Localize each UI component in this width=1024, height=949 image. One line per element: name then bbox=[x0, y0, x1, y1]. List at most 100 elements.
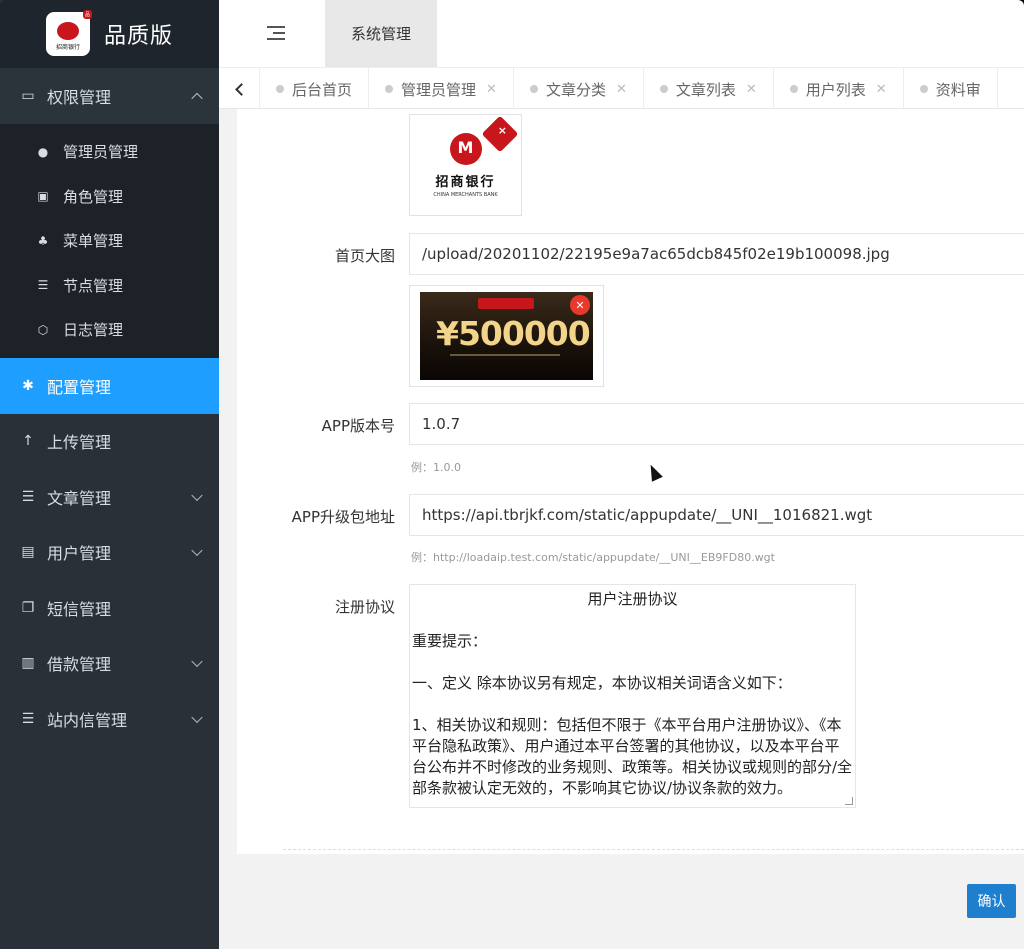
form-divider bbox=[283, 849, 1024, 850]
list-icon: ☰ bbox=[21, 488, 35, 505]
close-icon[interactable]: ✕ bbox=[486, 82, 497, 97]
chevron-down-icon bbox=[191, 489, 203, 501]
chevron-left-icon bbox=[234, 82, 248, 96]
sidebar-item-config[interactable]: ✱ 配置管理 bbox=[0, 358, 219, 414]
list-icon: ☰ bbox=[21, 710, 35, 727]
subitem-label: 节点管理 bbox=[63, 276, 124, 295]
tab-label: 资料审 bbox=[935, 80, 981, 99]
sidebar-item-label: 文章管理 bbox=[47, 488, 112, 508]
confirm-button[interactable]: 确认 bbox=[967, 884, 1016, 918]
banner-tag bbox=[478, 298, 534, 309]
agreement-label: 注册协议 bbox=[334, 598, 395, 616]
sidebar-item-sms[interactable]: ❐ 短信管理 bbox=[0, 580, 219, 636]
chevron-up-icon bbox=[191, 92, 203, 104]
tab-dot-icon bbox=[659, 85, 668, 93]
sidebar-item-inbox[interactable]: ☰ 站内信管理 bbox=[0, 691, 219, 747]
chevron-down-icon bbox=[191, 655, 203, 668]
tab-label: 用户列表 bbox=[805, 80, 866, 99]
tab-dot-icon bbox=[385, 85, 394, 93]
banner-amount: ¥500000 bbox=[436, 314, 591, 353]
subitem-label: 管理员管理 bbox=[63, 143, 139, 162]
tab-profile-review[interactable]: 资料审 bbox=[904, 68, 998, 110]
app-version-label: APP版本号 bbox=[321, 417, 395, 435]
tab-label: 文章分类 bbox=[545, 80, 606, 99]
laptop-icon: ▭ bbox=[21, 87, 35, 104]
logo-corner-badge: 品 bbox=[82, 10, 92, 19]
sidebar-item-article[interactable]: ☰ 文章管理 bbox=[0, 469, 219, 525]
tab-article-list[interactable]: 文章列表 ✕ bbox=[644, 68, 774, 110]
sidebar-fold-icon[interactable] bbox=[267, 25, 285, 41]
sidebar-menu: ▭ 权限管理 ● 管理员管理 ▣ 角色管理 ♣ 菜单管理 ☰ 节点管理 ⬡ 日志… bbox=[0, 68, 219, 747]
sidebar-subitem-log[interactable]: ⬡ 日志管理 bbox=[0, 308, 219, 353]
role-icon: ▣ bbox=[37, 189, 49, 204]
banner-image: ¥500000 ✕ bbox=[420, 292, 593, 380]
agreement-textarea[interactable]: 用户注册协议 重要提示： 一、定义 除本协议另有规定，本协议相关词语含义如下： … bbox=[409, 584, 856, 808]
page-tabs: 后台首页 管理员管理 ✕ 文章分类 ✕ 文章列表 ✕ 用户列表 ✕ 资料审 bbox=[219, 67, 1024, 110]
bank-logo-icon bbox=[449, 132, 482, 165]
sidebar-item-label: 权限管理 bbox=[47, 87, 112, 107]
close-icon[interactable]: ✕ bbox=[616, 82, 627, 97]
tab-label: 文章列表 bbox=[675, 80, 736, 99]
config-form: 招商银行 CHINA MERCHANTS BANK × 首页大图 /upload… bbox=[237, 109, 1024, 854]
tab-label: 后台首页 bbox=[292, 80, 353, 99]
subitem-label: 角色管理 bbox=[63, 187, 124, 206]
tab-article-category[interactable]: 文章分类 ✕ bbox=[514, 68, 644, 110]
agreement-title: 用户注册协议 bbox=[587, 590, 678, 608]
banner-line bbox=[450, 354, 560, 356]
home-banner-preview[interactable]: ¥500000 ✕ bbox=[409, 285, 604, 387]
sidebar-subitem-menu[interactable]: ♣ 菜单管理 bbox=[0, 219, 219, 264]
subitem-label: 菜单管理 bbox=[63, 232, 124, 251]
chevron-down-icon bbox=[191, 544, 203, 557]
log-icon: ⬡ bbox=[37, 322, 49, 337]
home-banner-label: 首页大图 bbox=[334, 247, 395, 265]
close-icon[interactable]: ✕ bbox=[876, 82, 887, 97]
sidebar-subitem-admin[interactable]: ● 管理员管理 bbox=[0, 130, 219, 175]
tab-admin[interactable]: 管理员管理 ✕ bbox=[369, 68, 514, 110]
tabs-prev-button[interactable] bbox=[219, 68, 260, 110]
logo-area: 招商银行 品 品质版 bbox=[0, 0, 219, 68]
tab-dot-icon bbox=[919, 85, 928, 93]
tab-dot-icon bbox=[529, 85, 538, 93]
app-upgrade-label: APP升级包地址 bbox=[291, 508, 395, 526]
tab-home[interactable]: 后台首页 bbox=[260, 68, 370, 110]
sidebar-item-permission[interactable]: ▭ 权限管理 bbox=[0, 68, 219, 124]
home-banner-input[interactable]: /upload/20201102/22195e9a7ac65dcb845f02e… bbox=[409, 233, 1024, 275]
bank-name-en: CHINA MERCHANTS BANK bbox=[433, 191, 498, 198]
tree-icon: ♣ bbox=[37, 233, 49, 248]
list-icon: ☰ bbox=[37, 278, 49, 293]
logo-text: 品质版 bbox=[104, 24, 174, 49]
sidebar-item-loan[interactable]: ▥ 借款管理 bbox=[0, 636, 219, 692]
money-icon: ▥ bbox=[21, 655, 35, 672]
sidebar-item-upload[interactable]: ↑ 上传管理 bbox=[0, 414, 219, 470]
sidebar: 招商银行 品 品质版 ▭ 权限管理 ● 管理员管理 ▣ 角色管理 ♣ 菜单管理 bbox=[0, 0, 219, 949]
sidebar-subitem-role[interactable]: ▣ 角色管理 bbox=[0, 174, 219, 219]
tab-label: 管理员管理 bbox=[401, 80, 477, 99]
logo-image-preview[interactable]: 招商银行 CHINA MERCHANTS BANK × bbox=[409, 114, 522, 216]
app-upgrade-hint: 例：http://loadaip.test.com/static/appupda… bbox=[411, 551, 775, 564]
sidebar-item-label: 借款管理 bbox=[47, 655, 112, 675]
top-header: 系统管理 bbox=[219, 0, 1024, 67]
submenu-permission: ● 管理员管理 ▣ 角色管理 ♣ 菜单管理 ☰ 节点管理 ⬡ 日志管理 bbox=[0, 123, 219, 358]
bank-logo: 招商银行 品 bbox=[46, 10, 92, 56]
sidebar-item-label: 站内信管理 bbox=[47, 710, 128, 730]
remove-image-icon[interactable]: ✕ bbox=[570, 295, 590, 315]
copy-icon: ❐ bbox=[21, 599, 35, 616]
asterisk-icon: ✱ bbox=[22, 377, 34, 394]
app-upgrade-input[interactable]: https://api.tbrjkf.com/static/appupdate/… bbox=[409, 494, 1024, 536]
bank-name: 招商银行 bbox=[435, 174, 496, 190]
main-content: 招商银行 CHINA MERCHANTS BANK × 首页大图 /upload… bbox=[219, 109, 1024, 949]
tab-user-list[interactable]: 用户列表 ✕ bbox=[774, 68, 904, 110]
sidebar-subitem-node[interactable]: ☰ 节点管理 bbox=[0, 263, 219, 308]
top-nav-system[interactable]: 系统管理 bbox=[325, 0, 437, 67]
sidebar-item-user[interactable]: ▤ 用户管理 bbox=[0, 525, 219, 581]
upload-arrow-icon: ↑ bbox=[22, 433, 34, 450]
agreement-paragraph: 1、相关协议和规则：包括但不限于《本平台用户注册协议》、《本平台隐私政策》、用户… bbox=[412, 716, 853, 797]
sidebar-item-label: 用户管理 bbox=[47, 544, 112, 564]
remove-image-icon[interactable]: × bbox=[498, 124, 507, 137]
logo-caption: 招商银行 bbox=[55, 43, 80, 51]
resize-handle-icon[interactable] bbox=[845, 797, 853, 805]
subitem-label: 日志管理 bbox=[63, 321, 124, 340]
agreement-paragraph: 一、定义 除本协议另有规定，本协议相关词语含义如下： bbox=[412, 674, 792, 692]
close-icon[interactable]: ✕ bbox=[746, 82, 757, 97]
app-version-input[interactable]: 1.0.7 bbox=[409, 403, 1024, 445]
